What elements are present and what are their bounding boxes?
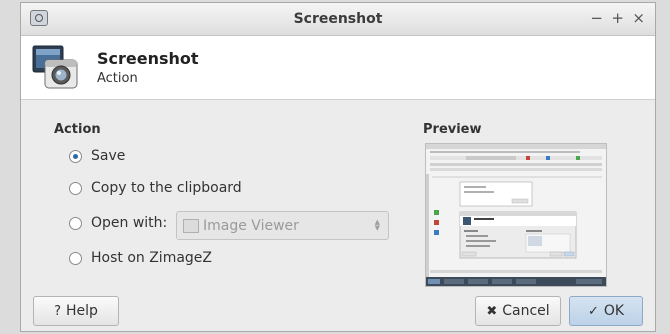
ok-label: OK xyxy=(603,303,625,319)
option-label: Host on ZimageZ xyxy=(91,250,213,266)
option-save[interactable]: Save xyxy=(69,148,125,164)
camera-app-icon xyxy=(32,45,78,89)
screenshot-dialog: Screenshot − + × Screenshot Action Actio… xyxy=(20,2,656,332)
option-label: Copy to the clipboard xyxy=(91,180,242,196)
option-copy-clipboard[interactable]: Copy to the clipboard xyxy=(69,180,242,196)
checkmark-icon: ✓ xyxy=(587,303,599,319)
action-section-label: Action xyxy=(54,122,101,137)
close-button[interactable]: × xyxy=(632,9,645,27)
title-bar[interactable]: Screenshot − + × xyxy=(21,3,655,36)
window-title: Screenshot xyxy=(293,11,383,27)
open-with-radio[interactable] xyxy=(69,216,82,230)
option-open-with[interactable]: Open with: xyxy=(69,215,167,231)
cancel-button[interactable]: ✖ Cancel xyxy=(475,296,561,326)
copy-clipboard-radio[interactable] xyxy=(69,181,82,195)
help-button[interactable]: ? Help xyxy=(33,296,119,326)
header-subtitle: Action xyxy=(97,71,138,86)
host-zimagez-radio[interactable] xyxy=(69,251,82,265)
maximize-button[interactable]: + xyxy=(611,9,624,27)
open-with-value: Image Viewer xyxy=(203,217,299,234)
header-title: Screenshot xyxy=(97,49,199,68)
save-radio[interactable] xyxy=(69,149,82,163)
preview-section-label: Preview xyxy=(423,122,482,137)
preview-thumbnail xyxy=(425,143,607,287)
help-icon: ? xyxy=(54,303,61,319)
screenshot-preview-image xyxy=(426,144,606,286)
cancel-icon: ✖ xyxy=(486,303,498,319)
minimize-button[interactable]: − xyxy=(590,9,603,27)
option-label: Save xyxy=(91,148,126,164)
option-label: Open with: xyxy=(91,215,168,231)
open-with-combobox[interactable]: Image Viewer ▲ ▼ xyxy=(176,211,389,240)
dialog-header: Screenshot Action xyxy=(21,36,655,100)
image-icon xyxy=(183,218,199,233)
cancel-label: Cancel xyxy=(502,303,550,319)
option-host-zimagez[interactable]: Host on ZimageZ xyxy=(69,250,212,266)
spinner-arrows-icon: ▲ ▼ xyxy=(374,218,380,232)
ok-button[interactable]: ✓ OK xyxy=(569,296,643,326)
help-label: Help xyxy=(65,303,98,319)
